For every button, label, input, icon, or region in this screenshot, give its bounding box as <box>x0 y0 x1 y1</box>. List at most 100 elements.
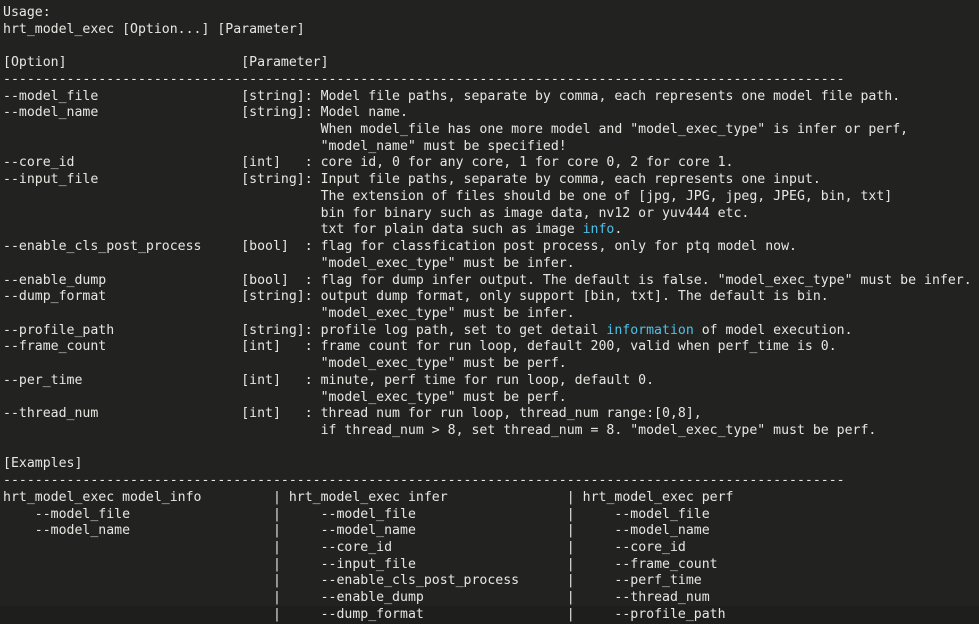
option-row: --thread_num [int] : thread num for run … <box>3 406 979 423</box>
separator-rule-text: ----------------------------------------… <box>3 71 845 87</box>
option-description: output dump format, only support [bin, t… <box>320 289 829 305</box>
option-row-continuation: bin for binary such as image data, nv12 … <box>3 206 979 223</box>
option-description: "model_exec_type" must be perf. <box>320 389 567 405</box>
option-description: Model name. <box>320 105 408 121</box>
example-column-model-info <box>3 607 273 622</box>
column-divider: | <box>272 606 281 622</box>
option-flag-name: --per_time <box>3 372 242 388</box>
example-row: --model_name | --model_name | --model_na… <box>3 523 979 540</box>
example-column-infer: --dump_format <box>280 606 567 622</box>
option-flag-name: --model_name <box>3 105 242 121</box>
option-description: if thread_num > 8, set thread_num = 8. "… <box>320 422 877 438</box>
option-row-continuation: The extension of files should be one of … <box>3 189 979 206</box>
option-description: The extension of files should be one of … <box>320 188 893 204</box>
column-divider: | <box>566 540 575 555</box>
option-description: thread num for run loop, thread_num rang… <box>320 406 702 422</box>
example-row: | --input_file | --frame_count <box>3 557 979 574</box>
option-row-continuation: "model_exec_type" must be perf. <box>3 390 979 407</box>
example-column-model-info <box>3 590 273 605</box>
example-column-infer: hrt_model_exec infer <box>280 489 567 505</box>
highlighted-term: info <box>582 222 615 238</box>
separator-rule: ----------------------------------------… <box>3 473 979 490</box>
option-flag-name: --core_id <box>3 155 242 171</box>
column-divider: | <box>272 523 281 539</box>
option-type-label: [string]: <box>241 105 321 121</box>
option-description: When model_file has one more model and "… <box>320 122 909 138</box>
option-type-label: [bool] : <box>241 272 321 288</box>
option-description: . <box>614 222 623 238</box>
option-row-continuation: "model_exec_type" must be infer. <box>3 306 979 323</box>
option-row-continuation: if thread_num > 8, set thread_num = 8. "… <box>3 423 979 440</box>
option-type-label: [int] : <box>241 406 321 422</box>
options-table-header: [Option] [Parameter] <box>3 55 979 72</box>
option-description: of model execution. <box>693 322 853 338</box>
example-column-perf: --profile_path <box>574 606 726 622</box>
example-column-perf: --core_id <box>574 540 686 555</box>
example-column-perf: hrt_model_exec perf <box>574 489 734 505</box>
usage-line: hrt_model_exec [Option...] [Parameter] <box>3 22 979 39</box>
option-row-continuation: When model_file has one more model and "… <box>3 122 979 139</box>
option-row: --input_file [string]: Input file paths,… <box>3 172 979 189</box>
terminal-output: Usage: hrt_model_exec [Option...] [Parame… <box>0 0 979 622</box>
examples-label-text: [Examples] <box>3 456 83 472</box>
example-column-infer: --enable_cls_post_process <box>280 573 567 589</box>
column-divider: | <box>566 606 575 622</box>
example-row: | --enable_dump | --thread_num <box>3 590 979 607</box>
option-flag-name: --enable_cls_post_process <box>3 239 242 255</box>
example-column-model-info <box>3 557 273 572</box>
option-type-label: [string]: <box>241 289 321 305</box>
option-description: Model file paths, separate by comma, eac… <box>320 88 901 104</box>
example-column-model-info <box>3 573 273 588</box>
option-type-label: [int] : <box>241 339 321 355</box>
option-row: --core_id [int] : core id, 0 for any cor… <box>3 155 979 172</box>
column-divider: | <box>566 506 575 522</box>
option-row: --enable_dump [bool] : flag for dump inf… <box>3 273 979 290</box>
example-column-model-info: --model_name <box>3 523 273 539</box>
option-row: --frame_count [int] : frame count for ru… <box>3 339 979 356</box>
option-description: flag for dump infer output. The default … <box>320 272 972 288</box>
example-column-perf: --thread_num <box>574 590 710 606</box>
example-column-perf: --model_name <box>574 523 710 539</box>
option-description: core id, 0 for any core, 1 for core 0, 2… <box>320 155 734 171</box>
example-column-model-info: hrt_model_exec model_info <box>3 489 273 505</box>
option-row: --enable_cls_post_process [bool] : flag … <box>3 239 979 256</box>
option-type-label: [string]: <box>241 88 321 104</box>
option-description: "model_exec_type" must be perf. <box>320 356 567 372</box>
column-divider: | <box>272 540 281 555</box>
separator-rule: ----------------------------------------… <box>3 72 979 89</box>
example-column-model-info: --model_file <box>3 506 273 522</box>
option-column-header: [Option] <box>3 55 242 71</box>
option-description: flag for classfication post process, onl… <box>320 239 797 255</box>
column-divider: | <box>566 573 575 589</box>
column-divider: | <box>566 523 575 539</box>
option-row-continuation: txt for plain data such as image info. <box>3 222 979 239</box>
option-row: --model_file [string]: Model file paths,… <box>3 89 979 106</box>
example-column-infer: --model_name <box>280 523 567 539</box>
column-divider: | <box>272 590 281 606</box>
option-description: Input file paths, separate by comma, eac… <box>320 172 821 188</box>
option-row-continuation: "model_exec_type" must be perf. <box>3 356 979 373</box>
option-description: bin for binary such as image data, nv12 … <box>320 205 750 221</box>
parameter-column-header: [Parameter] <box>241 55 329 71</box>
option-description: "model_exec_type" must be infer. <box>320 255 575 271</box>
option-row: --per_time [int] : minute, perf time for… <box>3 373 979 390</box>
example-row: --model_file | --model_file | --model_fi… <box>3 507 979 524</box>
option-type-label: [string]: <box>241 322 321 338</box>
column-divider: | <box>566 590 575 606</box>
option-row-continuation: "model_exec_type" must be infer. <box>3 256 979 273</box>
column-divider: | <box>272 573 281 589</box>
separator-rule-text: ----------------------------------------… <box>3 473 845 489</box>
option-type-label: [int] : <box>241 155 321 171</box>
example-column-infer: --enable_dump <box>280 590 567 606</box>
option-flag-name: --thread_num <box>3 406 242 422</box>
